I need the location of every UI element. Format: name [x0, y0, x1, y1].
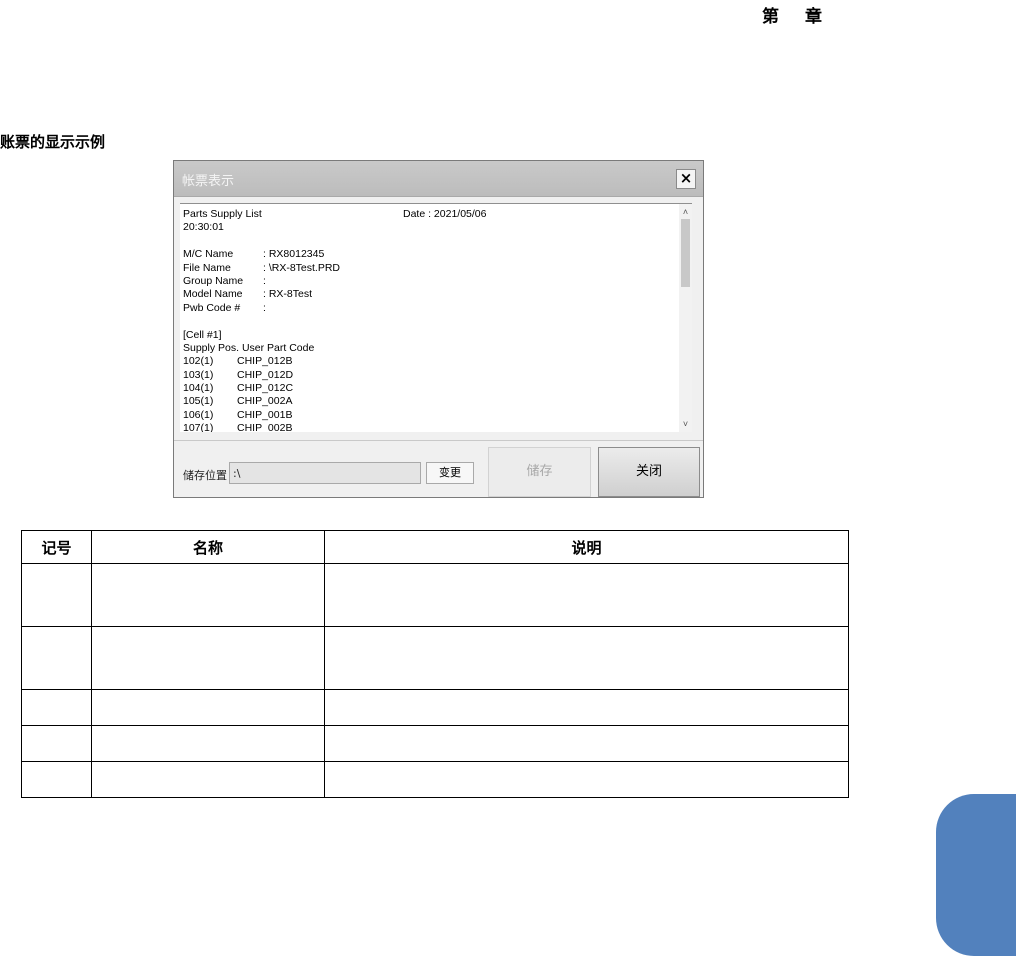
report-field: File Name : \RX-8Test.PRD	[183, 262, 673, 275]
table-cell	[324, 563, 849, 627]
table-cell	[21, 626, 92, 690]
columns-header: Supply Pos. User Part Code	[183, 341, 315, 354]
table-row	[21, 761, 849, 798]
cell-header: [Cell #1]	[183, 328, 222, 341]
table-cell	[21, 563, 92, 627]
report-content: Parts Supply List Date : 2021/05/06 20:3…	[183, 208, 673, 432]
table-cell	[91, 725, 325, 762]
report-title-line: Parts Supply List Date : 2021/05/06	[183, 208, 673, 221]
field-value: : RX8012345	[263, 248, 325, 261]
supply-pos: 104(1)	[183, 382, 214, 395]
report-title: Parts Supply List	[183, 208, 262, 220]
scroll-down-icon[interactable]: ˅	[679, 418, 692, 430]
table-cell	[324, 689, 849, 726]
close-button[interactable]: 关闭	[598, 447, 700, 497]
table-cell	[91, 626, 325, 690]
report-field: Group Name:	[183, 275, 673, 288]
table-cell	[21, 689, 92, 726]
table-row	[21, 689, 849, 726]
vertical-scrollbar[interactable]: ˄ ˅	[679, 204, 692, 432]
save-location-field[interactable]: :\	[229, 462, 421, 484]
header-name: 名称	[91, 530, 325, 564]
supply-pos: 105(1)	[183, 395, 214, 408]
dialog-titlebar: 帐票表示 ×	[174, 161, 703, 197]
report-field: M/C Name : RX8012345	[183, 248, 673, 261]
supply-row: 104(1) CHIP_012C	[183, 382, 673, 395]
supply-pos: 103(1)	[183, 368, 214, 381]
field-label: Pwb Code #	[183, 301, 241, 314]
report-date: Date : 2021/05/06	[403, 208, 487, 220]
report-field: Model Name : RX-8Test	[183, 288, 673, 301]
save-button[interactable]: 储存	[488, 447, 591, 497]
table-row	[21, 563, 849, 627]
report-field: Pwb Code #:	[183, 302, 673, 315]
header-symbol: 记号	[21, 530, 92, 564]
table-cell	[91, 563, 325, 627]
chapter-suffix: 章	[805, 7, 826, 27]
table-row	[21, 626, 849, 690]
supply-pos: 106(1)	[183, 408, 214, 421]
field-value: : \RX-8Test.PRD	[263, 261, 341, 274]
field-label: M/C Name	[183, 248, 234, 261]
dialog-title: 帐票表示	[182, 174, 235, 189]
scroll-thumb[interactable]	[681, 219, 690, 287]
header-description: 说明	[324, 530, 849, 564]
close-icon[interactable]: ×	[676, 169, 696, 189]
table-cell	[21, 725, 92, 762]
report-time: 20:30:01	[183, 221, 224, 234]
report-text-area[interactable]: Parts Supply List Date : 2021/05/06 20:3…	[180, 203, 692, 432]
supply-row: 106(1) CHIP_001B	[183, 409, 673, 422]
supply-row: 102(1) CHIP_012B	[183, 355, 673, 368]
save-location-label: 储存位置	[183, 469, 227, 482]
field-label: File Name	[183, 261, 231, 274]
legend-table: 记号 名称 说明	[21, 530, 849, 798]
part-code: CHIP_002B	[237, 422, 293, 432]
supply-row: 105(1) CHIP_002A	[183, 395, 673, 408]
change-button[interactable]: 变更	[426, 462, 474, 484]
table-cell	[324, 626, 849, 690]
part-code: CHIP_002A	[237, 395, 293, 408]
part-code: CHIP_001B	[237, 408, 293, 421]
supply-row: 103(1) CHIP_012D	[183, 369, 673, 382]
part-code: CHIP_012C	[237, 382, 294, 395]
table-cell	[91, 689, 325, 726]
report-display-dialog: 帐票表示 × Parts Supply List Date : 2021/05/…	[173, 160, 704, 498]
table-cell	[91, 761, 325, 798]
chapter-side-tab	[936, 794, 1016, 956]
section-title: 账票的显示示例	[0, 133, 106, 151]
field-value: :	[263, 301, 266, 314]
table-row	[21, 725, 849, 762]
divider	[174, 440, 703, 441]
field-label: Model Name	[183, 288, 243, 301]
supply-pos: 107(1)	[183, 422, 214, 432]
chapter-heading: 第章	[762, 2, 826, 27]
table-header-row: 记号 名称 说明	[21, 530, 849, 564]
field-label: Group Name	[183, 274, 244, 287]
scroll-up-icon[interactable]: ˄	[679, 206, 692, 218]
part-code: CHIP_012B	[237, 355, 293, 368]
table-cell	[21, 761, 92, 798]
supply-pos: 102(1)	[183, 355, 214, 368]
table-cell	[324, 761, 849, 798]
chapter-prefix: 第	[762, 7, 783, 27]
field-value: :	[263, 274, 266, 287]
supply-row: 107(1) CHIP_002B	[183, 422, 673, 432]
table-cell	[324, 725, 849, 762]
part-code: CHIP_012D	[237, 368, 294, 381]
field-value: : RX-8Test	[263, 288, 313, 301]
